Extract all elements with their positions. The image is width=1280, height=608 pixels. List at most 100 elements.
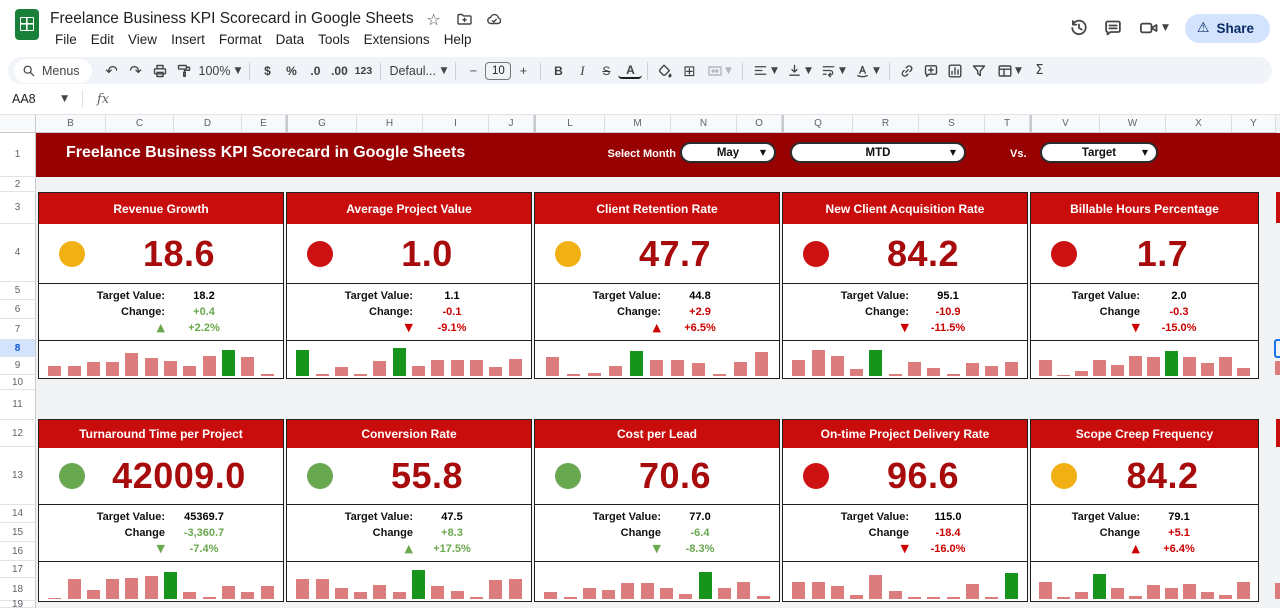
- column-header-J[interactable]: J: [489, 115, 534, 133]
- font-select[interactable]: Defaul... ▼: [386, 60, 450, 82]
- undo-button[interactable]: ↶: [100, 60, 124, 82]
- share-button[interactable]: ⚠ Share: [1184, 13, 1270, 43]
- table-views-button[interactable]: ▼: [991, 60, 1027, 82]
- compare-dropdown[interactable]: Target ▼: [1040, 142, 1158, 163]
- row-header-2[interactable]: 2: [0, 177, 36, 192]
- sparkline-bar: [1129, 596, 1142, 599]
- decrease-decimal-button[interactable]: .0: [303, 60, 327, 82]
- month-dropdown[interactable]: May ▼: [680, 142, 776, 163]
- column-header-N[interactable]: N: [671, 115, 737, 133]
- row-header-10[interactable]: 10: [0, 375, 36, 390]
- menu-help[interactable]: Help: [437, 31, 479, 48]
- decrease-font-size-button[interactable]: −: [461, 60, 485, 82]
- menu-edit[interactable]: Edit: [84, 31, 121, 48]
- select-all-corner[interactable]: [0, 115, 36, 133]
- menu-data[interactable]: Data: [269, 31, 312, 48]
- row-header-16[interactable]: 16: [0, 542, 36, 561]
- row-header-12[interactable]: 12: [0, 420, 36, 447]
- increase-decimal-button[interactable]: .00: [327, 60, 351, 82]
- row-header-13[interactable]: 13: [0, 447, 36, 505]
- menu-file[interactable]: File: [48, 31, 84, 48]
- row-header-8[interactable]: 8: [0, 340, 36, 357]
- functions-button[interactable]: Σ: [1027, 60, 1051, 82]
- column-header-C[interactable]: C: [106, 115, 174, 133]
- formula-input[interactable]: [109, 84, 1280, 114]
- row-header-15[interactable]: 15: [0, 523, 36, 542]
- row-header-11[interactable]: 11: [0, 390, 36, 420]
- menu-view[interactable]: View: [121, 31, 164, 48]
- version-history-icon[interactable]: [1069, 18, 1089, 38]
- column-header-H[interactable]: H: [357, 115, 423, 133]
- meet-caret-icon[interactable]: ▼: [1162, 23, 1169, 33]
- search-menus-button[interactable]: Menus: [14, 58, 92, 83]
- text-rotation-button[interactable]: ▼: [850, 60, 884, 82]
- menu-extensions[interactable]: Extensions: [357, 31, 437, 48]
- row-header-7[interactable]: 7: [0, 319, 36, 340]
- row-header-3[interactable]: 3: [0, 192, 36, 224]
- increase-font-size-button[interactable]: +: [511, 60, 535, 82]
- toolbar: Menus ↶ ↷ 100% ▼ $ % .0 .00 123 Defaul...…: [8, 57, 1272, 84]
- vertical-align-button[interactable]: ▼: [782, 60, 816, 82]
- format-percent-button[interactable]: %: [279, 60, 303, 82]
- star-icon[interactable]: ☆: [424, 9, 444, 29]
- document-title[interactable]: Freelance Business KPI Scorecard in Goog…: [50, 10, 414, 28]
- print-button[interactable]: [148, 60, 172, 82]
- column-header-O[interactable]: O: [737, 115, 782, 133]
- row-header-6[interactable]: 6: [0, 300, 36, 319]
- column-header-Q[interactable]: Q: [784, 115, 853, 133]
- menu-insert[interactable]: Insert: [164, 31, 212, 48]
- insert-chart-button[interactable]: [943, 60, 967, 82]
- text-color-button[interactable]: A: [618, 62, 643, 79]
- column-header-W[interactable]: W: [1100, 115, 1166, 133]
- comment-history-icon[interactable]: [1103, 18, 1123, 38]
- document-status-cloud-icon[interactable]: [484, 9, 504, 29]
- column-header-D[interactable]: D: [174, 115, 242, 133]
- name-box-caret-icon[interactable]: ▼: [61, 94, 68, 104]
- meet-camera-icon[interactable]: ▼: [1137, 18, 1171, 38]
- row-header-5[interactable]: 5: [0, 282, 36, 300]
- column-header-R[interactable]: R: [853, 115, 919, 133]
- borders-button[interactable]: ⊞: [677, 60, 701, 82]
- column-header-L[interactable]: L: [536, 115, 605, 133]
- menu-format[interactable]: Format: [212, 31, 269, 48]
- zoom-select[interactable]: 100% ▼: [196, 60, 245, 82]
- menu-tools[interactable]: Tools: [311, 31, 357, 48]
- format-currency-button[interactable]: $: [255, 60, 279, 82]
- column-header-M[interactable]: M: [605, 115, 671, 133]
- column-header-X[interactable]: X: [1166, 115, 1232, 133]
- merge-cells-button[interactable]: ▼: [701, 60, 737, 82]
- redo-button[interactable]: ↷: [124, 60, 148, 82]
- more-formats-button[interactable]: 123: [351, 60, 375, 82]
- row-header-17[interactable]: 17: [0, 561, 36, 578]
- strikethrough-button[interactable]: S: [594, 60, 618, 82]
- sparkline-bar: [1075, 371, 1088, 376]
- bold-button[interactable]: B: [546, 60, 570, 82]
- row-header-9[interactable]: 9: [0, 357, 36, 375]
- move-folder-icon[interactable]: [454, 9, 474, 29]
- column-header-B[interactable]: B: [36, 115, 106, 133]
- column-header-I[interactable]: I: [423, 115, 489, 133]
- text-wrap-button[interactable]: ▼: [816, 60, 850, 82]
- create-filter-button[interactable]: [967, 60, 991, 82]
- column-header-E[interactable]: E: [242, 115, 286, 133]
- row-header-1[interactable]: 1: [0, 133, 36, 177]
- column-header-G[interactable]: G: [288, 115, 357, 133]
- row-header-19[interactable]: 19: [0, 599, 36, 608]
- insert-comment-button[interactable]: [919, 60, 943, 82]
- paint-format-button[interactable]: [172, 60, 196, 82]
- column-header-S[interactable]: S: [919, 115, 985, 133]
- insert-link-button[interactable]: [895, 60, 919, 82]
- fill-color-button[interactable]: [653, 60, 677, 82]
- column-header-T[interactable]: T: [985, 115, 1030, 133]
- column-header-Y[interactable]: Y: [1232, 115, 1276, 133]
- horizontal-align-button[interactable]: ▼: [748, 60, 782, 82]
- period-dropdown[interactable]: MTD ▼: [790, 142, 966, 163]
- column-header-V[interactable]: V: [1032, 115, 1100, 133]
- row-header-14[interactable]: 14: [0, 505, 36, 523]
- row-header-4[interactable]: 4: [0, 224, 36, 282]
- font-size-input[interactable]: 10: [485, 61, 512, 80]
- sparkline-bar: [144, 358, 158, 376]
- italic-button[interactable]: I: [570, 60, 594, 82]
- sheets-logo-icon[interactable]: [15, 9, 39, 41]
- name-box[interactable]: AA8 ▼: [0, 92, 76, 106]
